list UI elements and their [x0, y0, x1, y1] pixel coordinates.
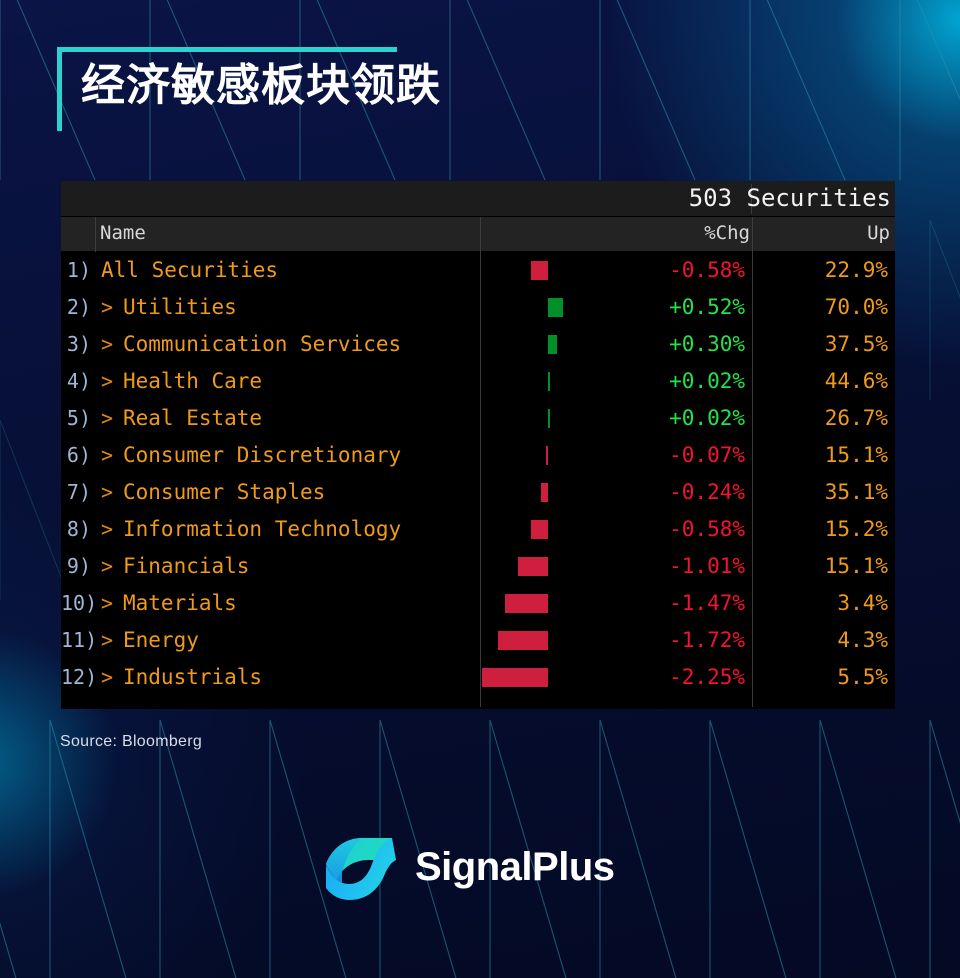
row-rank: 7): [66, 480, 91, 504]
row-change-value: -1.47%: [669, 591, 745, 615]
table-row[interactable]: 12) > Industrials -2.25% 5.5%: [61, 659, 895, 696]
title-block: 经济敏感板块领跌: [57, 47, 477, 137]
row-name[interactable]: Real Estate: [123, 400, 262, 437]
table-row[interactable]: 2) > Utilities +0.52% 70.0%: [61, 289, 895, 326]
row-name[interactable]: Health Care: [123, 363, 262, 400]
row-up-value: 5.5%: [837, 665, 888, 689]
header-divider-rank: [95, 217, 96, 252]
table-row[interactable]: 1) All Securities -0.58% 22.9%: [61, 252, 895, 289]
expand-chevron-icon[interactable]: >: [101, 400, 113, 437]
row-up-value: 26.7%: [824, 406, 888, 430]
row-rank: 11): [61, 628, 98, 652]
row-up-value: 44.6%: [824, 369, 888, 393]
row-name[interactable]: Consumer Staples: [123, 474, 325, 511]
row-up-value: 35.1%: [824, 480, 888, 504]
row-name[interactable]: Communication Services: [123, 326, 401, 363]
row-name[interactable]: Materials: [123, 585, 237, 622]
column-header-up[interactable]: Up: [756, 217, 890, 252]
source-label: Source: Bloomberg: [60, 733, 203, 750]
row-change-value: -1.01%: [669, 554, 745, 578]
table-row[interactable]: 11) > Energy -1.72% 4.3%: [61, 622, 895, 659]
signalplus-mark-icon: [326, 838, 396, 900]
table-header-row: Name %Chg Up: [61, 217, 895, 252]
title-accent-vertical: [57, 47, 62, 131]
table-row[interactable]: 3) > Communication Services +0.30% 37.5%: [61, 326, 895, 363]
expand-chevron-icon[interactable]: >: [101, 437, 113, 474]
row-name[interactable]: Information Technology: [123, 511, 401, 548]
expand-chevron-icon[interactable]: >: [101, 363, 113, 400]
row-rank: 9): [66, 554, 91, 578]
row-change-value: -0.58%: [669, 258, 745, 282]
expand-chevron-icon[interactable]: >: [101, 326, 113, 363]
table-row[interactable]: 9) > Financials -1.01% 15.1%: [61, 548, 895, 585]
row-change-value: +0.02%: [669, 406, 745, 430]
table-row[interactable]: 5) > Real Estate +0.02% 26.7%: [61, 400, 895, 437]
row-up-value: 4.3%: [837, 628, 888, 652]
row-change-value: -2.25%: [669, 665, 745, 689]
row-name[interactable]: Financials: [123, 548, 249, 585]
row-change-value: -0.24%: [669, 480, 745, 504]
column-header-name[interactable]: Name: [100, 217, 146, 252]
table-body: 1) All Securities -0.58% 22.9% 2) > Utilities +…: [61, 252, 895, 707]
table-row[interactable]: 8) > Information Technology -0.58% 15.2%: [61, 511, 895, 548]
title-accent-horizontal: [57, 47, 397, 52]
table-topbar: 503 Securities: [61, 181, 895, 217]
header-divider-up: [752, 217, 753, 252]
page-title: 经济敏感板块领跌: [81, 61, 441, 110]
securities-count: 503 Securities: [688, 184, 891, 212]
brand-logo: SignalPlus: [322, 832, 642, 904]
row-name[interactable]: Consumer Discretionary: [123, 437, 401, 474]
row-up-value: 70.0%: [824, 295, 888, 319]
row-up-value: 15.2%: [824, 517, 888, 541]
expand-chevron-icon[interactable]: >: [101, 548, 113, 585]
row-rank: 10): [61, 591, 98, 615]
table-row[interactable]: 7) > Consumer Staples -0.24% 35.1%: [61, 474, 895, 511]
expand-chevron-icon[interactable]: >: [101, 622, 113, 659]
row-change-value: -1.72%: [669, 628, 745, 652]
row-rank: 2): [66, 295, 91, 319]
row-up-value: 22.9%: [824, 258, 888, 282]
table-row[interactable]: 10) > Materials -1.47% 3.4%: [61, 585, 895, 622]
row-change-value: -0.58%: [669, 517, 745, 541]
row-up-value: 15.1%: [824, 554, 888, 578]
row-change-value: +0.02%: [669, 369, 745, 393]
expand-chevron-icon[interactable]: >: [101, 659, 113, 696]
row-name[interactable]: Energy: [123, 622, 199, 659]
row-name[interactable]: Utilities: [123, 289, 237, 326]
expand-chevron-icon[interactable]: >: [101, 289, 113, 326]
row-change-value: +0.52%: [669, 295, 745, 319]
table-row[interactable]: 6) > Consumer Discretionary -0.07% 15.1%: [61, 437, 895, 474]
row-rank: 3): [66, 332, 91, 356]
expand-chevron-icon[interactable]: >: [101, 474, 113, 511]
expand-chevron-icon[interactable]: >: [101, 585, 113, 622]
row-rank: 4): [66, 369, 91, 393]
column-header-chg[interactable]: %Chg: [480, 217, 750, 252]
row-up-value: 15.1%: [824, 443, 888, 467]
row-change-value: +0.30%: [669, 332, 745, 356]
row-rank: 12): [61, 665, 98, 689]
row-up-value: 37.5%: [824, 332, 888, 356]
row-change-value: -0.07%: [669, 443, 745, 467]
table-row[interactable]: 4) > Health Care +0.02% 44.6%: [61, 363, 895, 400]
poster-canvas: 经济敏感板块领跌 503 Securities Name %Chg Up 1) A…: [0, 0, 960, 978]
brand-name: SignalPlus: [415, 845, 615, 889]
row-rank: 6): [66, 443, 91, 467]
row-name[interactable]: All Securities: [101, 252, 278, 289]
bloomberg-table: 503 Securities Name %Chg Up 1) All Securi…: [61, 181, 895, 709]
row-rank: 8): [66, 517, 91, 541]
row-rank: 5): [66, 406, 91, 430]
row-up-value: 3.4%: [837, 591, 888, 615]
expand-chevron-icon[interactable]: >: [101, 511, 113, 548]
row-rank: 1): [66, 258, 91, 282]
row-name[interactable]: Industrials: [123, 659, 262, 696]
